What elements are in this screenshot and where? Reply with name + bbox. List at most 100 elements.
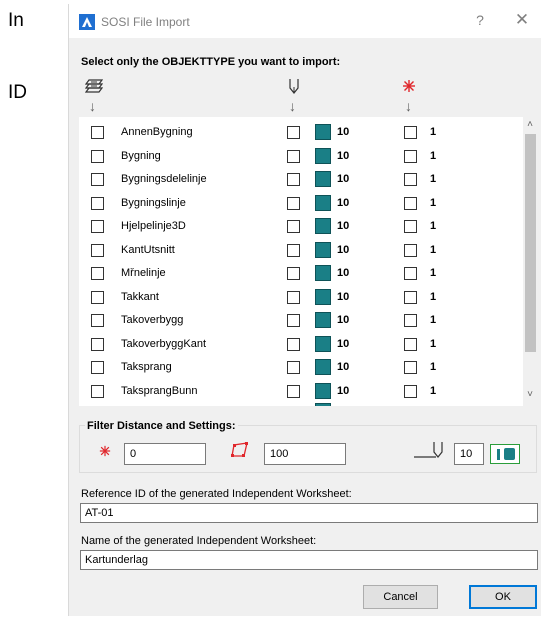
scroll-thumb[interactable] [525, 134, 536, 352]
layer-checkbox[interactable] [404, 173, 417, 186]
objekttype-list[interactable]: AnnenBygning 10 1 Bygning 10 1 Bygningsdelelin… [79, 117, 537, 406]
pen-color-swatch[interactable] [315, 335, 331, 352]
pen-color-swatch[interactable] [315, 382, 331, 399]
import-checkbox[interactable] [91, 243, 104, 257]
pen-number: 10 [337, 290, 350, 303]
import-checkbox[interactable] [91, 173, 104, 186]
title-bar: SOSI File Import ? ✕ [69, 4, 541, 38]
import-checkbox[interactable] [91, 290, 104, 304]
layer-number: 1 [430, 126, 437, 138]
pen-number: 10 [337, 243, 350, 256]
object-type-name: Takkant [121, 290, 159, 303]
layer-checkbox[interactable] [404, 149, 417, 163]
list-item[interactable]: Mřnelinje 10 1 [79, 263, 523, 286]
pen-checkbox[interactable] [287, 361, 300, 374]
column-arrow-objects: ↓ [89, 98, 96, 114]
pen-color-swatch[interactable] [315, 312, 331, 328]
import-checkbox[interactable] [91, 361, 104, 374]
import-checkbox[interactable] [91, 196, 104, 210]
pen-number: 10 [337, 314, 350, 326]
pen-checkbox[interactable] [287, 267, 300, 280]
reference-id-input[interactable]: AT-01 [80, 503, 538, 523]
layer-number: 1 [430, 243, 437, 256]
side-label-id: ID [8, 82, 27, 103]
layer-checkbox[interactable] [404, 290, 417, 304]
object-type-name: Mřnelinje [121, 267, 166, 279]
pen-checkbox[interactable] [287, 314, 300, 327]
layer-checkbox[interactable] [404, 314, 417, 327]
worksheet-name-label: Name of the generated Independent Worksh… [81, 535, 317, 547]
close-button[interactable]: ✕ [511, 10, 533, 32]
layer-checkbox[interactable] [404, 267, 417, 280]
list-item[interactable]: Hjelpelinje3D 10 1 [79, 216, 523, 239]
import-checkbox[interactable] [91, 314, 104, 327]
layer-checkbox[interactable] [404, 243, 417, 257]
import-checkbox[interactable] [91, 337, 104, 351]
import-checkbox[interactable] [91, 267, 104, 280]
scroll-up-icon[interactable]: ˄ [523, 119, 537, 133]
list-item[interactable]: TakoverbyggKant 10 1 [79, 334, 523, 357]
pen-number: 10 [337, 196, 350, 209]
pen-checkbox[interactable] [287, 126, 300, 139]
pen-filter-input[interactable]: 10 [454, 443, 484, 465]
pen-number: 10 [337, 267, 350, 279]
reference-id-label: Reference ID of the generated Independen… [81, 488, 352, 500]
import-checkbox[interactable] [91, 220, 104, 233]
layer-icon [99, 445, 111, 457]
line-toggle-button[interactable] [490, 444, 520, 464]
layer-checkbox[interactable] [404, 126, 417, 139]
object-type-name: Bygningslinje [121, 196, 186, 209]
pen-icon [289, 79, 299, 94]
pen-color-swatch[interactable] [315, 359, 331, 375]
pen-number: 10 [337, 149, 350, 162]
import-checkbox[interactable] [91, 149, 104, 163]
filter-group-label: Filter Distance and Settings: [85, 420, 238, 432]
pen-color-swatch[interactable] [315, 288, 331, 305]
pen-checkbox[interactable] [287, 337, 300, 351]
list-item[interactable]: Taksprang 10 1 [79, 357, 523, 380]
import-checkbox[interactable] [91, 126, 104, 139]
layer-checkbox[interactable] [404, 384, 417, 398]
list-item[interactable]: KantUtsnitt 10 1 [79, 240, 523, 263]
pen-color-swatch[interactable] [315, 124, 331, 140]
scroll-down-icon[interactable]: ˅ [523, 389, 537, 403]
pen-checkbox[interactable] [287, 173, 300, 186]
layer-checkbox[interactable] [404, 220, 417, 233]
pen-icon [414, 442, 443, 458]
pen-checkbox[interactable] [287, 196, 300, 210]
pen-color-swatch[interactable] [315, 171, 331, 187]
pen-color-swatch[interactable] [315, 194, 331, 211]
pen-color-swatch[interactable] [315, 241, 331, 258]
worksheet-name-input[interactable]: Kartunderlag [80, 550, 538, 570]
pen-color-swatch[interactable] [315, 218, 331, 234]
layer-checkbox[interactable] [404, 337, 417, 351]
objects-stack-icon [85, 79, 103, 93]
pen-checkbox[interactable] [287, 290, 300, 304]
pen-checkbox[interactable] [287, 243, 300, 257]
layer-checkbox[interactable] [404, 196, 417, 210]
layer-filter-input[interactable]: 0 [124, 443, 206, 465]
pen-number: 10 [337, 337, 350, 350]
list-item[interactable]: Bygningsdelelinje 10 1 [79, 169, 523, 192]
pen-checkbox[interactable] [287, 149, 300, 163]
list-item[interactable]: Bygningslinje 10 1 [79, 193, 523, 216]
pen-checkbox[interactable] [287, 220, 300, 233]
help-button[interactable]: ? [469, 12, 491, 32]
list-item[interactable]: Takkant 10 1 [79, 287, 523, 310]
distance-filter-input[interactable]: 100 [264, 443, 346, 465]
layer-checkbox[interactable] [404, 361, 417, 374]
cancel-button[interactable]: Cancel [363, 585, 438, 609]
list-item[interactable]: Takoverbygg 10 1 [79, 310, 523, 333]
list-scrollbar[interactable]: ˄ ˅ [523, 117, 537, 406]
list-item[interactable]: TaksprangBunn 10 1 [79, 381, 523, 404]
layer-number: 1 [430, 196, 437, 209]
pen-color-swatch[interactable] [315, 147, 331, 164]
pen-checkbox[interactable] [287, 384, 300, 398]
list-item[interactable]: Bygning 10 1 [79, 146, 523, 169]
archicad-app-icon [79, 14, 95, 30]
list-item[interactable]: AnnenBygning 10 1 [79, 122, 523, 145]
ok-button[interactable]: OK [469, 585, 537, 609]
layer-number: 1 [430, 290, 437, 303]
pen-color-swatch[interactable] [315, 265, 331, 281]
import-checkbox[interactable] [91, 384, 104, 398]
